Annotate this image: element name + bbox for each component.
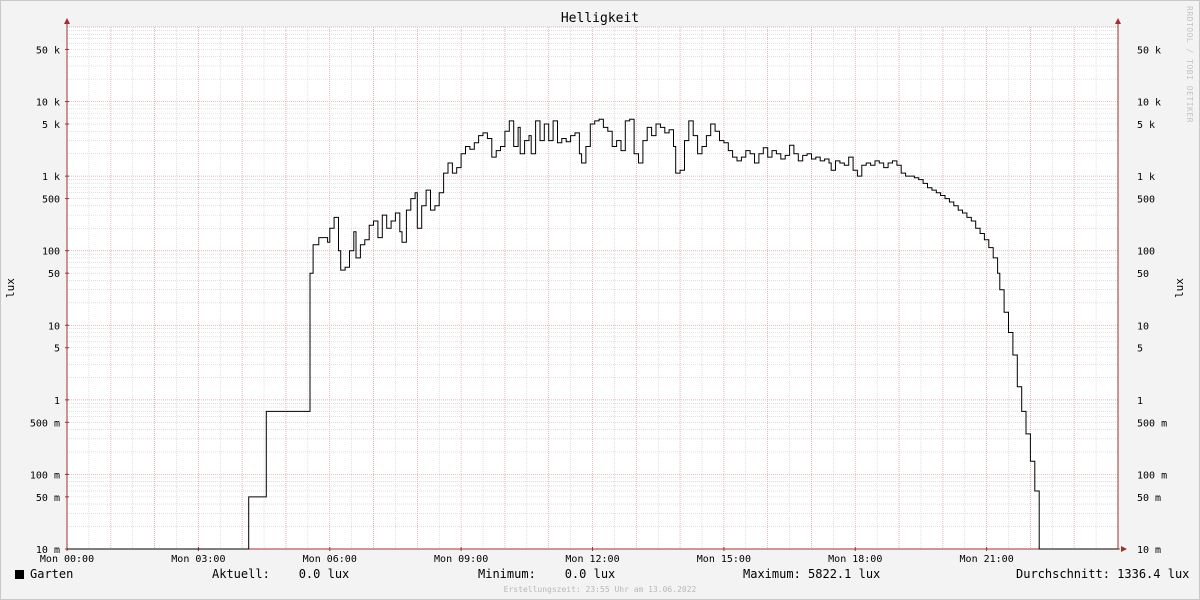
y-tick-label: 10 m bbox=[1137, 545, 1161, 556]
x-tick-label: Mon 21:00 bbox=[960, 554, 1014, 565]
y-tick-label: 500 bbox=[1137, 195, 1155, 206]
y-tick-label: 100 bbox=[42, 247, 60, 258]
y-tick-label: 5 k bbox=[42, 120, 60, 131]
y-tick-label: 1 bbox=[1137, 396, 1143, 407]
y-tick-label: 50 m bbox=[1137, 493, 1161, 504]
y-axis-arrow-right bbox=[1115, 18, 1121, 24]
legend-average: Durchschnitt: 1336.4 lux bbox=[1016, 567, 1190, 581]
y-tick-label: 50 bbox=[1137, 269, 1149, 280]
x-tick-label: Mon 06:00 bbox=[303, 554, 357, 565]
y-tick-label: 5 k bbox=[1137, 120, 1155, 131]
y-tick-label: 500 bbox=[42, 195, 60, 206]
y-axis-arrow-left bbox=[64, 18, 70, 24]
y-tick-labels-right: 10 m 50 m 100 m 500 m 1 5 10 50 100 500 1 k 5 k 10 k… bbox=[1137, 45, 1167, 556]
x-tick-label: Mon 12:00 bbox=[565, 554, 619, 565]
x-tick-label: Mon 00:00 bbox=[40, 554, 94, 565]
y-tick-label: 5 bbox=[1137, 344, 1143, 355]
y-tick-label: 500 m bbox=[1137, 418, 1167, 429]
legend-maximum: Maximum: 5822.1 lux bbox=[743, 567, 881, 581]
y-tick-label: 50 k bbox=[36, 45, 60, 56]
y-tick-label: 1 bbox=[54, 396, 60, 407]
legend: Garten Aktuell: 0.0 lux Minimum: 0.0 lux… bbox=[0, 567, 1200, 583]
legend-series-name: Garten bbox=[30, 567, 74, 581]
y-tick-labels-left: 10 m50 m100 m500 m1510501005001 k5 k10 k… bbox=[30, 45, 60, 556]
watermark: RRDTOOL / TOBI OETIKER bbox=[1185, 6, 1194, 123]
x-tick-label: Mon 18:00 bbox=[828, 554, 882, 565]
y-tick-label: 50 k bbox=[1137, 45, 1161, 56]
y-tick-label: 5 bbox=[54, 344, 60, 355]
y-tick-label: 100 m bbox=[1137, 470, 1167, 481]
legend-swatch-garten bbox=[15, 570, 24, 579]
legend-current: Aktuell: 0.0 lux bbox=[212, 567, 350, 581]
legend-minimum: Minimum: 0.0 lux bbox=[478, 567, 616, 581]
x-tick-labels: Mon 00:00 Mon 03:00 Mon 06:00 Mon 09:00 Mon … bbox=[40, 554, 1014, 565]
y-tick-label: 10 bbox=[1137, 321, 1149, 332]
y-axis-label-left: lux bbox=[4, 278, 17, 298]
y-tick-label: 50 bbox=[48, 269, 60, 280]
x-tick-label: Mon 09:00 bbox=[434, 554, 488, 565]
y-tick-label: 500 m bbox=[30, 418, 60, 429]
y-tick-label: 1 k bbox=[1137, 172, 1155, 183]
y-tick-label: 1 k bbox=[42, 172, 60, 183]
y-tick-label: 50 m bbox=[36, 493, 60, 504]
x-tick-label: Mon 03:00 bbox=[171, 554, 225, 565]
y-tick-label: 100 bbox=[1137, 247, 1155, 258]
y-tick-label: 10 k bbox=[1137, 98, 1161, 109]
footer-timestamp: Erstellungszeit: 23:55 Uhr am 13.06.2022 bbox=[503, 585, 697, 594]
y-tick-label: 100 m bbox=[30, 470, 60, 481]
y-tick-label: 10 bbox=[48, 321, 60, 332]
y-tick-label: 10 k bbox=[36, 98, 60, 109]
x-tick-label: Mon 15:00 bbox=[697, 554, 751, 565]
y-axis-label-right: lux bbox=[1173, 278, 1186, 298]
chart-svg: 10 m 50 m 100 m 500 m 1 5 10 50 100 500 1 k 5 k 10 k… bbox=[4, 18, 1186, 565]
x-axis-arrow bbox=[1121, 546, 1127, 552]
